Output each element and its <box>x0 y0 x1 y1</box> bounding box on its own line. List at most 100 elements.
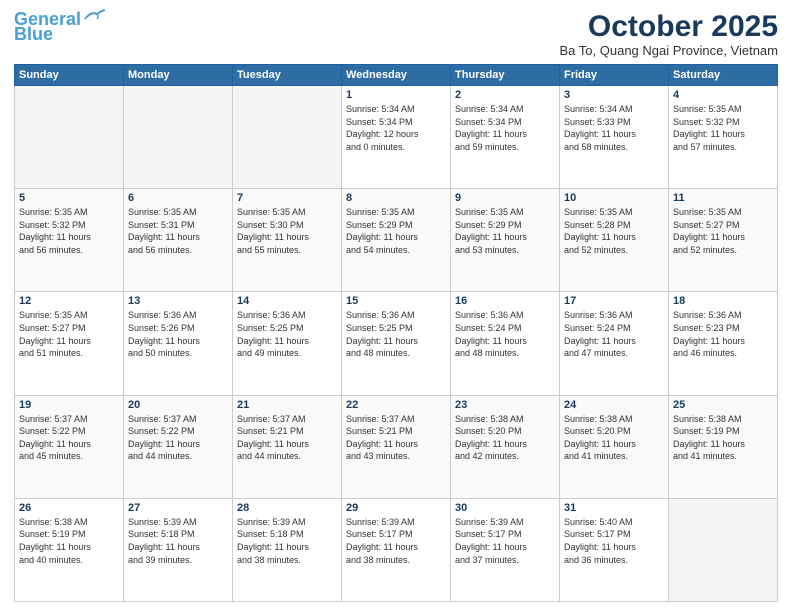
table-row: 31Sunrise: 5:40 AM Sunset: 5:17 PM Dayli… <box>560 498 669 601</box>
day-number: 19 <box>19 399 119 411</box>
col-saturday: Saturday <box>669 65 778 86</box>
logo-blue: Blue <box>14 24 53 45</box>
table-row: 1 Sunrise: 5:34 AM Sunset: 5:34 PM Daylig… <box>342 86 451 189</box>
table-row: 18Sunrise: 5:36 AM Sunset: 5:23 PM Dayli… <box>669 292 778 395</box>
day-info: Sunrise: 5:40 AM Sunset: 5:17 PM Dayligh… <box>564 516 664 566</box>
location: Ba To, Quang Ngai Province, Vietnam <box>560 43 778 58</box>
day-number: 16 <box>455 295 555 307</box>
table-row <box>233 86 342 189</box>
day-number: 5 <box>19 192 119 204</box>
header: General Blue October 2025 Ba To, Quang N… <box>14 10 778 58</box>
day-number: 23 <box>455 399 555 411</box>
col-monday: Monday <box>124 65 233 86</box>
col-tuesday: Tuesday <box>233 65 342 86</box>
day-info: Sunrise: 5:39 AM Sunset: 5:17 PM Dayligh… <box>455 516 555 566</box>
day-info: Sunrise: 5:35 AM Sunset: 5:30 PM Dayligh… <box>237 206 337 256</box>
day-info: Sunrise: 5:36 AM Sunset: 5:23 PM Dayligh… <box>673 309 773 359</box>
day-number: 3 <box>564 89 664 101</box>
table-row: 10 Sunrise: 5:35 AM Sunset: 5:28 PM Dayli… <box>560 189 669 292</box>
day-info: Sunrise: 5:38 AM Sunset: 5:20 PM Dayligh… <box>564 413 664 463</box>
title-block: October 2025 Ba To, Quang Ngai Province,… <box>560 10 778 58</box>
table-row: 11 Sunrise: 5:35 AM Sunset: 5:27 PM Dayli… <box>669 189 778 292</box>
day-number: 29 <box>346 502 446 514</box>
table-row: 15 Sunrise: 5:36 AM Sunset: 5:25 PM Dayli… <box>342 292 451 395</box>
table-row: 25Sunrise: 5:38 AM Sunset: 5:19 PM Dayli… <box>669 395 778 498</box>
day-info: Sunrise: 5:36 AM Sunset: 5:24 PM Dayligh… <box>455 309 555 359</box>
table-row: 6Sunrise: 5:35 AM Sunset: 5:31 PM Daylig… <box>124 189 233 292</box>
day-number: 10 <box>564 192 664 204</box>
table-row: 3 Sunrise: 5:34 AM Sunset: 5:33 PM Daylig… <box>560 86 669 189</box>
day-info: Sunrise: 5:35 AM Sunset: 5:28 PM Dayligh… <box>564 206 664 256</box>
table-row: 12 Sunrise: 5:35 AM Sunset: 5:27 PM Dayli… <box>15 292 124 395</box>
table-row: 22 Sunrise: 5:37 AM Sunset: 5:21 PM Dayli… <box>342 395 451 498</box>
page: General Blue October 2025 Ba To, Quang N… <box>0 0 792 612</box>
table-row: 28Sunrise: 5:39 AM Sunset: 5:18 PM Dayli… <box>233 498 342 601</box>
col-sunday: Sunday <box>15 65 124 86</box>
table-row: 13 Sunrise: 5:36 AM Sunset: 5:26 PM Dayli… <box>124 292 233 395</box>
day-number: 8 <box>346 192 446 204</box>
day-info: Sunrise: 5:35 AM Sunset: 5:29 PM Dayligh… <box>346 206 446 256</box>
calendar-table: Sunday Monday Tuesday Wednesday Thursday… <box>14 64 778 602</box>
col-friday: Friday <box>560 65 669 86</box>
day-number: 27 <box>128 502 228 514</box>
table-row: 8 Sunrise: 5:35 AM Sunset: 5:29 PM Daylig… <box>342 189 451 292</box>
table-row: 16 Sunrise: 5:36 AM Sunset: 5:24 PM Dayli… <box>451 292 560 395</box>
day-info: Sunrise: 5:39 AM Sunset: 5:17 PM Dayligh… <box>346 516 446 566</box>
table-row: 26Sunrise: 5:38 AM Sunset: 5:19 PM Dayli… <box>15 498 124 601</box>
table-row: 14Sunrise: 5:36 AM Sunset: 5:25 PM Dayli… <box>233 292 342 395</box>
day-number: 4 <box>673 89 773 101</box>
logo: General Blue <box>14 10 105 45</box>
day-info: Sunrise: 5:35 AM Sunset: 5:32 PM Dayligh… <box>673 103 773 153</box>
table-row: 29 Sunrise: 5:39 AM Sunset: 5:17 PM Dayli… <box>342 498 451 601</box>
day-info: Sunrise: 5:35 AM Sunset: 5:27 PM Dayligh… <box>19 309 119 359</box>
day-info: Sunrise: 5:39 AM Sunset: 5:18 PM Dayligh… <box>237 516 337 566</box>
day-number: 11 <box>673 192 773 204</box>
header-row: Sunday Monday Tuesday Wednesday Thursday… <box>15 65 778 86</box>
day-number: 24 <box>564 399 664 411</box>
day-number: 30 <box>455 502 555 514</box>
day-info: Sunrise: 5:35 AM Sunset: 5:29 PM Dayligh… <box>455 206 555 256</box>
col-wednesday: Wednesday <box>342 65 451 86</box>
day-info: Sunrise: 5:34 AM Sunset: 5:34 PM Dayligh… <box>455 103 555 153</box>
day-info: Sunrise: 5:37 AM Sunset: 5:21 PM Dayligh… <box>237 413 337 463</box>
day-info: Sunrise: 5:37 AM Sunset: 5:21 PM Dayligh… <box>346 413 446 463</box>
table-row <box>669 498 778 601</box>
day-info: Sunrise: 5:35 AM Sunset: 5:32 PM Dayligh… <box>19 206 119 256</box>
day-info: Sunrise: 5:34 AM Sunset: 5:33 PM Dayligh… <box>564 103 664 153</box>
day-info: Sunrise: 5:36 AM Sunset: 5:25 PM Dayligh… <box>346 309 446 359</box>
day-number: 7 <box>237 192 337 204</box>
table-row <box>15 86 124 189</box>
day-number: 20 <box>128 399 228 411</box>
table-row: 20 Sunrise: 5:37 AM Sunset: 5:22 PM Dayli… <box>124 395 233 498</box>
table-row: 19 Sunrise: 5:37 AM Sunset: 5:22 PM Dayli… <box>15 395 124 498</box>
col-thursday: Thursday <box>451 65 560 86</box>
day-number: 13 <box>128 295 228 307</box>
day-number: 21 <box>237 399 337 411</box>
table-row: 4 Sunrise: 5:35 AM Sunset: 5:32 PM Daylig… <box>669 86 778 189</box>
day-number: 1 <box>346 89 446 101</box>
day-info: Sunrise: 5:34 AM Sunset: 5:34 PM Dayligh… <box>346 103 446 153</box>
table-row: 23Sunrise: 5:38 AM Sunset: 5:20 PM Dayli… <box>451 395 560 498</box>
day-info: Sunrise: 5:38 AM Sunset: 5:19 PM Dayligh… <box>673 413 773 463</box>
day-number: 12 <box>19 295 119 307</box>
day-info: Sunrise: 5:38 AM Sunset: 5:19 PM Dayligh… <box>19 516 119 566</box>
day-info: Sunrise: 5:36 AM Sunset: 5:26 PM Dayligh… <box>128 309 228 359</box>
table-row: 7 Sunrise: 5:35 AM Sunset: 5:30 PM Daylig… <box>233 189 342 292</box>
day-info: Sunrise: 5:37 AM Sunset: 5:22 PM Dayligh… <box>19 413 119 463</box>
day-number: 14 <box>237 295 337 307</box>
table-row: 17Sunrise: 5:36 AM Sunset: 5:24 PM Dayli… <box>560 292 669 395</box>
day-number: 9 <box>455 192 555 204</box>
day-info: Sunrise: 5:37 AM Sunset: 5:22 PM Dayligh… <box>128 413 228 463</box>
table-row: 21 Sunrise: 5:37 AM Sunset: 5:21 PM Dayli… <box>233 395 342 498</box>
day-info: Sunrise: 5:35 AM Sunset: 5:31 PM Dayligh… <box>128 206 228 256</box>
logo-bird-icon <box>83 9 105 23</box>
table-row: 5 Sunrise: 5:35 AM Sunset: 5:32 PM Daylig… <box>15 189 124 292</box>
table-row: 2Sunrise: 5:34 AM Sunset: 5:34 PM Daylig… <box>451 86 560 189</box>
table-row: 24 Sunrise: 5:38 AM Sunset: 5:20 PM Dayli… <box>560 395 669 498</box>
day-number: 15 <box>346 295 446 307</box>
table-row <box>124 86 233 189</box>
day-info: Sunrise: 5:35 AM Sunset: 5:27 PM Dayligh… <box>673 206 773 256</box>
day-number: 22 <box>346 399 446 411</box>
table-row: 9 Sunrise: 5:35 AM Sunset: 5:29 PM Daylig… <box>451 189 560 292</box>
day-info: Sunrise: 5:36 AM Sunset: 5:24 PM Dayligh… <box>564 309 664 359</box>
